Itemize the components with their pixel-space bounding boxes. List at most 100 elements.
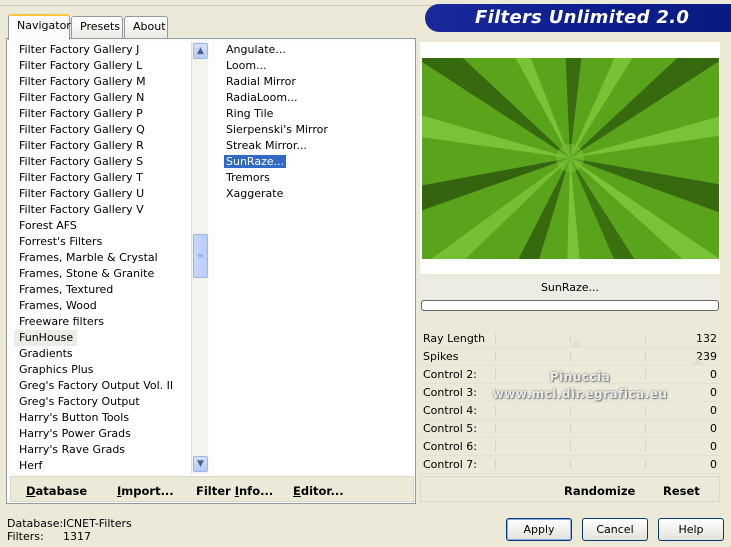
category-item[interactable]: Gradients — [14, 346, 207, 362]
category-label: Freeware filters — [19, 315, 104, 328]
category-label: Frames, Marble & Crystal — [19, 251, 158, 264]
param-label: Control 7: — [423, 458, 477, 471]
category-item[interactable]: Filter Factory Gallery L — [14, 58, 207, 74]
category-item[interactable]: Filter Factory Gallery R — [14, 138, 207, 154]
filter-item[interactable]: SunRaze... — [215, 154, 414, 170]
filter-item[interactable]: Radial Mirror — [215, 74, 414, 90]
category-item[interactable]: Filter Factory Gallery N — [14, 90, 207, 106]
watermark: Pinuccia www.mcl.dir.egrafica.eu — [470, 369, 690, 403]
filter-item[interactable]: Streak Mirror... — [215, 138, 414, 154]
filter-label: RadiaLoom... — [226, 91, 298, 104]
category-item[interactable]: Frames, Wood — [14, 298, 207, 314]
category-scrollbar[interactable]: ▲ ≡ ▼ — [191, 42, 208, 474]
category-item[interactable]: Filter Factory Gallery T — [14, 170, 207, 186]
category-item[interactable]: Filter Factory Gallery Q — [14, 122, 207, 138]
tab-about[interactable]: About — [124, 16, 168, 38]
slider-tick — [495, 442, 496, 451]
category-item[interactable]: Greg's Factory Output — [14, 394, 207, 410]
category-label: Greg's Factory Output — [19, 395, 140, 408]
category-list[interactable]: Filter Factory Gallery J Filter Factory G… — [14, 42, 207, 474]
filter-item[interactable]: Xaggerate — [215, 186, 414, 202]
category-label: Filter Factory Gallery J — [19, 43, 140, 56]
filter-item[interactable]: Sierpenski's Mirror — [215, 122, 414, 138]
category-item[interactable]: Filter Factory Gallery U — [14, 186, 207, 202]
category-item[interactable]: Filter Factory Gallery M — [14, 74, 207, 90]
database-status-label: Database: — [7, 517, 64, 530]
filter-item[interactable]: RadiaLoom... — [215, 90, 414, 106]
database-button[interactable]: Database — [26, 484, 87, 498]
preview-center — [556, 144, 584, 172]
slider-thumb[interactable] — [570, 340, 583, 347]
param-slider[interactable]: Control 4: 0 — [420, 402, 720, 420]
category-item[interactable]: Greg's Factory Output Vol. II — [14, 378, 207, 394]
filter-item[interactable]: Angulate... — [215, 42, 414, 58]
scroll-up-icon[interactable]: ▲ — [193, 43, 208, 59]
param-value: 0 — [710, 422, 717, 435]
tab-presets[interactable]: Presets — [71, 16, 123, 38]
slider-tick — [570, 406, 571, 415]
scroll-down-icon[interactable]: ▼ — [193, 456, 208, 472]
category-item[interactable]: Frames, Stone & Granite — [14, 266, 207, 282]
param-label: Control 3: — [423, 386, 477, 399]
preview-image — [422, 58, 719, 259]
filter-list[interactable]: Angulate... Loom... Radial Mirror RadiaLoom… — [215, 42, 414, 474]
slider-tick — [645, 406, 646, 415]
filter-label: Loom... — [226, 59, 267, 72]
filter-item[interactable]: Tremors — [215, 170, 414, 186]
category-item[interactable]: Herf — [14, 458, 207, 474]
category-item[interactable]: Frames, Marble & Crystal — [14, 250, 207, 266]
category-label: Graphics Plus — [19, 363, 94, 376]
category-item[interactable]: Forest AFS — [14, 218, 207, 234]
help-button[interactable]: Help — [658, 518, 724, 541]
category-label: Filter Factory Gallery R — [19, 139, 144, 152]
editor-button[interactable]: Editor... — [293, 484, 344, 498]
param-slider[interactable]: Control 6: 0 — [420, 438, 720, 456]
reset-button[interactable]: Reset — [663, 484, 700, 498]
category-label: Filter Factory Gallery Q — [19, 123, 145, 136]
slider-tick — [570, 424, 571, 433]
category-item[interactable]: Frames, Textured — [14, 282, 207, 298]
param-slider[interactable]: Control 7: 0 — [420, 456, 720, 474]
filters-count-label: Filters: — [7, 530, 44, 543]
slider-tick — [570, 442, 571, 451]
slider-tick — [495, 460, 496, 469]
apply-button[interactable]: Apply — [506, 518, 572, 541]
filter-item[interactable]: Ring Tile — [215, 106, 414, 122]
category-item[interactable]: Harry's Power Grads — [14, 426, 207, 442]
category-item[interactable]: Graphics Plus — [14, 362, 207, 378]
category-label: FunHouse — [14, 330, 78, 346]
category-label: Herf — [19, 459, 43, 472]
param-slider[interactable]: Ray Length 132 — [420, 330, 720, 348]
category-item[interactable]: Filter Factory Gallery V — [14, 202, 207, 218]
filter-label: Angulate... — [226, 43, 286, 56]
category-item[interactable]: Filter Factory Gallery S — [14, 154, 207, 170]
category-item[interactable]: Freeware filters — [14, 314, 207, 330]
category-label: Gradients — [19, 347, 73, 360]
filter-info-button[interactable]: Filter Info... — [196, 484, 273, 498]
param-value: 132 — [696, 332, 717, 345]
category-item[interactable]: Harry's Rave Grads — [14, 442, 207, 458]
filter-label: Radial Mirror — [226, 75, 296, 88]
tab-navigator[interactable]: Navigator — [8, 14, 71, 40]
category-label: Frames, Textured — [19, 283, 114, 296]
cancel-button[interactable]: Cancel — [582, 518, 648, 541]
param-value: 0 — [710, 404, 717, 417]
editor-accel: E — [293, 484, 301, 498]
category-item[interactable]: Forrest's Filters — [14, 234, 207, 250]
slider-thumb[interactable] — [691, 358, 704, 365]
import-label: mport... — [121, 484, 174, 498]
param-slider[interactable]: Control 5: 0 — [420, 420, 720, 438]
filter-item[interactable]: Loom... — [215, 58, 414, 74]
parameter-buttons: Randomize Reset — [420, 476, 720, 502]
category-item[interactable]: Filter Factory Gallery J — [14, 42, 207, 58]
category-item[interactable]: Harry's Button Tools — [14, 410, 207, 426]
parameter-sliders[interactable]: Ray Length 132 Spikes 239 Control 2: 0 Control… — [420, 330, 720, 476]
randomize-button[interactable]: Randomize — [564, 484, 635, 498]
category-item[interactable]: FunHouse — [14, 330, 207, 346]
import-button[interactable]: Import... — [117, 484, 174, 498]
category-item[interactable]: Filter Factory Gallery P — [14, 106, 207, 122]
param-slider[interactable]: Spikes 239 — [420, 348, 720, 366]
param-label: Control 4: — [423, 404, 477, 417]
scroll-thumb[interactable]: ≡ — [193, 234, 208, 278]
param-label: Spikes — [423, 350, 459, 363]
